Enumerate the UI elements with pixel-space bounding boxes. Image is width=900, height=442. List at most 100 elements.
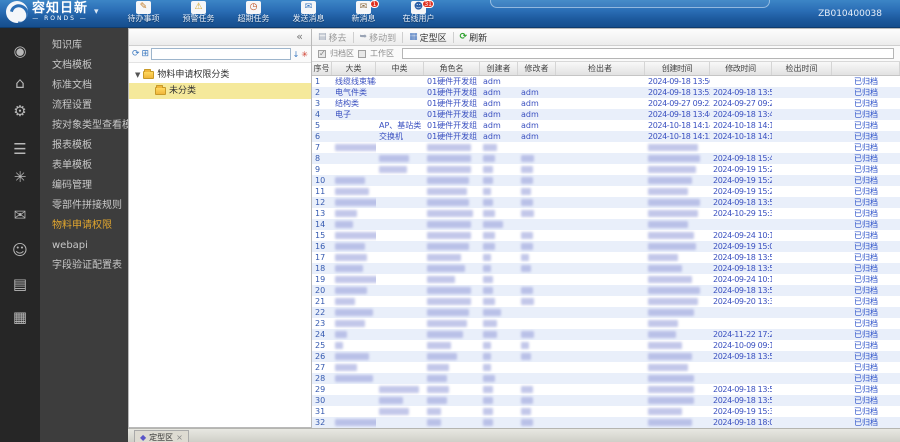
table-row[interactable]: 6 交换机 01硬件开发组 adm adm 2024-10-18 14:13 2024-10…: [312, 131, 900, 142]
sidebar-item-编码管理[interactable]: 编码管理: [40, 176, 128, 196]
loading-spinner-icon[interactable]: ✳: [0, 168, 40, 186]
table-row[interactable]: 19 2024-09-24 10:11 已归档: [312, 274, 900, 285]
header-tool-2[interactable]: ⚠ 预警任务: [171, 0, 226, 28]
chat-icon[interactable]: ✉: [0, 206, 40, 224]
toolbar-button-定型区[interactable]: ▦ 定型区: [409, 31, 447, 44]
id-card-icon[interactable]: ▦: [0, 308, 40, 326]
table-row[interactable]: 31 2024-09-19 15:30 已归档: [312, 406, 900, 417]
column-header-status[interactable]: [832, 62, 900, 75]
column-header-检出者[interactable]: 检出者: [556, 62, 645, 75]
close-tab-icon[interactable]: ×: [176, 433, 183, 442]
sidebar-item-流程设置[interactable]: 流程设置: [40, 96, 128, 116]
filter-input[interactable]: [402, 48, 894, 59]
sidebar-item-webapi[interactable]: webapi: [40, 236, 128, 256]
table-row[interactable]: 9 2024-09-19 15:23 已归档: [312, 164, 900, 175]
logo-dropdown-caret[interactable]: ▾: [94, 7, 99, 17]
sidebar-item-按对象类型查看模板[interactable]: 按对象类型查看模板: [40, 116, 128, 136]
column-header-角色名[interactable]: 角色名: [424, 62, 480, 75]
book-icon[interactable]: ▤: [0, 275, 40, 293]
cell-modifier: [518, 76, 556, 87]
table-row[interactable]: 22 已归档: [312, 307, 900, 318]
column-header-创建时间[interactable]: 创建时间: [645, 62, 710, 75]
column-header-检出时间[interactable]: 检出时间: [772, 62, 832, 75]
bottom-tab-dingxingqu[interactable]: ◆ 定型区 ×: [134, 430, 189, 442]
header-tool-3[interactable]: ◷ 超期任务: [226, 0, 281, 28]
sidebar-item-字段验证配置表[interactable]: 字段验证配置表: [40, 256, 128, 276]
redacted-text: [379, 397, 403, 404]
column-header-序号[interactable]: 序号: [312, 62, 332, 75]
toolbar-button-刷新[interactable]: ⟳ 刷新: [460, 31, 488, 44]
tree-search-go-icon[interactable]: ↓: [293, 50, 300, 59]
work-zone-checkbox[interactable]: [358, 49, 366, 58]
database-icon[interactable]: ☰: [0, 140, 40, 158]
cell-status: 已归档: [854, 396, 878, 405]
table-row[interactable]: 8 2024-09-18 15:41 已归档: [312, 153, 900, 164]
table-row[interactable]: 20 2024-09-18 13:54 已归档: [312, 285, 900, 296]
table-row[interactable]: 11 2024-09-19 15:23 已归档: [312, 186, 900, 197]
sidebar-item-标准文档[interactable]: 标准文档: [40, 76, 128, 96]
table-row[interactable]: 5 AP、基站类 01硬件开发组 adm adm 2024-10-18 14:14 2024…: [312, 120, 900, 131]
tree-search-input[interactable]: [151, 48, 291, 60]
cell-mtime: [710, 318, 772, 329]
redacted-text: [521, 342, 529, 349]
cell-modifier: [518, 373, 556, 384]
cell-seq: 30: [315, 396, 326, 405]
cell-modifier: [518, 263, 556, 274]
column-header-中类[interactable]: 中类: [376, 62, 424, 75]
table-row[interactable]: 4 电子 01硬件开发组 adm adm 2024-09-18 13:46 2024-09-…: [312, 109, 900, 120]
table-row[interactable]: 12 2024-09-18 13:54 已归档: [312, 197, 900, 208]
table-row[interactable]: 29 2024-09-18 13:59 已归档: [312, 384, 900, 395]
tree-search-clear-icon[interactable]: ✳: [301, 50, 308, 59]
table-row[interactable]: 14 已归档: [312, 219, 900, 230]
tree-expand-icon[interactable]: ⊞: [142, 48, 150, 60]
table-row[interactable]: 30 2024-09-18 13:59 已归档: [312, 395, 900, 406]
table-row[interactable]: 1 线缆线束辅材料类 01硬件开发组 adm 2024-09-18 13:56 已归档: [312, 76, 900, 87]
data-settings-icon[interactable]: ⚙: [0, 102, 40, 120]
sidebar-item-表单模板[interactable]: 表单模板: [40, 156, 128, 176]
sidebar-item-零部件拼接规则[interactable]: 零部件拼接规则: [40, 196, 128, 216]
app-logo[interactable]: 容知日新 — RONDS — ▾: [6, 1, 99, 23]
table-row[interactable]: 27 已归档: [312, 362, 900, 373]
header-tool-1[interactable]: ✎ 待办事项: [116, 0, 171, 28]
table-row[interactable]: 26 2024-09-18 13:51 已归档: [312, 351, 900, 362]
table-row[interactable]: 32 2024-09-18 18:04 已归档: [312, 417, 900, 428]
column-header-修改时间[interactable]: 修改时间: [710, 62, 772, 75]
table-row[interactable]: 21 2024-09-20 13:33 已归档: [312, 296, 900, 307]
table-row[interactable]: 25 2024-10-09 09:18 已归档: [312, 340, 900, 351]
column-header-大类[interactable]: 大类: [332, 62, 376, 75]
header-tool-4[interactable]: ✉ 发送消息: [281, 0, 336, 28]
header-tool-6[interactable]: ☻ 在线用户 31: [391, 0, 446, 28]
collapse-panel-button[interactable]: «: [296, 30, 303, 43]
user-circle-icon[interactable]: ☺: [0, 241, 40, 259]
cell-mtime: 2024-10-29 15:35: [713, 209, 772, 218]
table-row[interactable]: 10 2024-09-19 15:23 已归档: [312, 175, 900, 186]
sidebar-item-知识库[interactable]: 知识库: [40, 36, 128, 56]
tree-refresh-icon[interactable]: ⟳: [132, 48, 140, 60]
table-row[interactable]: 23 已归档: [312, 318, 900, 329]
table-row[interactable]: 3 结构类 01硬件开发组 adm adm 2024-09-27 09:23 2024-09…: [312, 98, 900, 109]
column-header-修改者[interactable]: 修改者: [518, 62, 556, 75]
tree-expander-icon[interactable]: ▼: [135, 67, 140, 83]
cell-cotime: [772, 351, 832, 362]
sidebar-item-报表模板[interactable]: 报表模板: [40, 136, 128, 156]
table-row[interactable]: 15 2024-09-24 10:11 已归档: [312, 230, 900, 241]
column-header-创建者[interactable]: 创建者: [480, 62, 518, 75]
table-row[interactable]: 28 已归档: [312, 373, 900, 384]
archive-zone-checkbox[interactable]: [318, 49, 326, 58]
home-icon[interactable]: ⌂: [0, 74, 40, 92]
tree-node-root[interactable]: ▼ 物料申请权限分类: [129, 67, 311, 83]
table-row[interactable]: 18 2024-09-18 13:56 已归档: [312, 263, 900, 274]
sidebar-item-文档模板[interactable]: 文档模板: [40, 56, 128, 76]
table-row[interactable]: 17 2024-09-18 13:56 已归档: [312, 252, 900, 263]
ronds-mini-logo-icon[interactable]: ◉: [0, 42, 40, 60]
redacted-text: [427, 298, 471, 305]
header-tool-5[interactable]: ✉ 新消息 1: [336, 0, 391, 28]
table-row[interactable]: 24 2024-11-22 17:25 已归档: [312, 329, 900, 340]
sidebar-item-物料申请权限[interactable]: 物料申请权限: [40, 216, 128, 236]
table-row[interactable]: 16 2024-09-19 15:05 已归档: [312, 241, 900, 252]
cell-ctime: [645, 186, 710, 197]
table-row[interactable]: 2 电气件类 01硬件开发组 adm adm 2024-09-18 13:52 2024-0…: [312, 87, 900, 98]
tree-node-unclassified[interactable]: 未分类: [129, 83, 311, 99]
table-row[interactable]: 7 已归档: [312, 142, 900, 153]
table-row[interactable]: 13 2024-10-29 15:35 已归档: [312, 208, 900, 219]
